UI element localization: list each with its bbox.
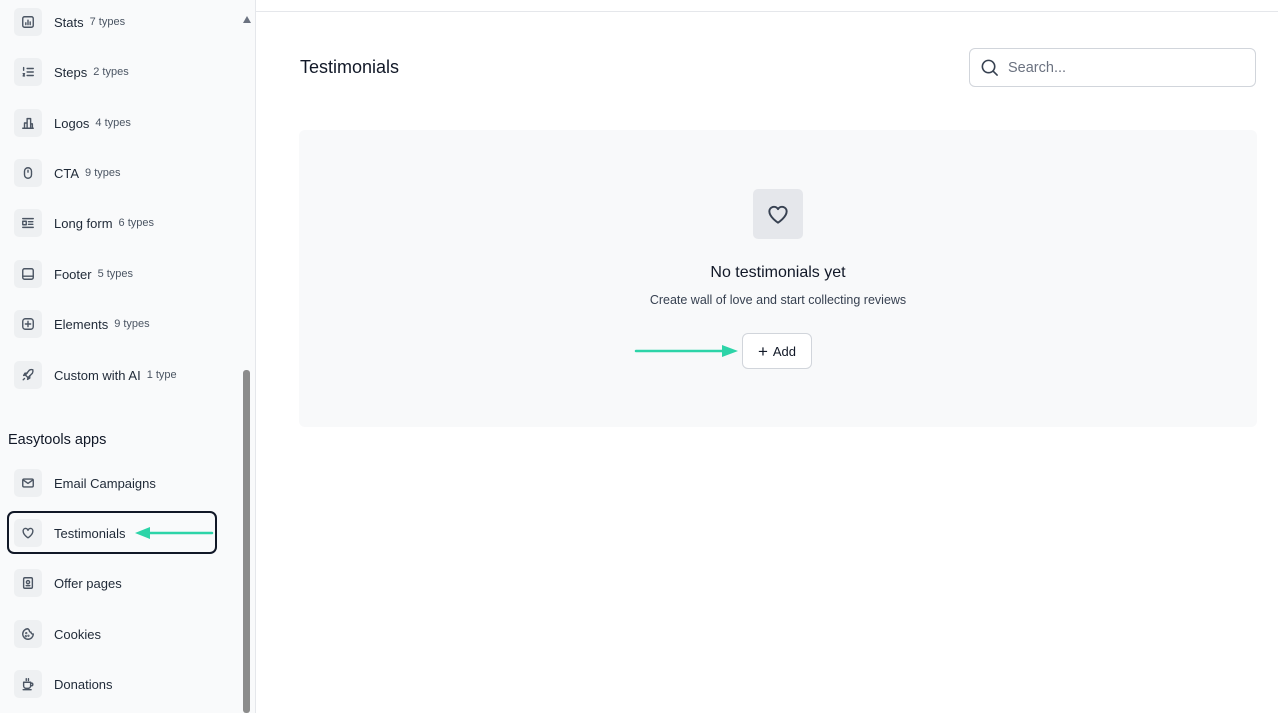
sidebar-item-steps[interactable]: Steps 2 types [14, 57, 129, 87]
sidebar-item-long-form[interactable]: Long form 6 types [14, 208, 154, 238]
sidebar-item-label: Stats [54, 14, 84, 30]
footer-icon [14, 260, 42, 288]
sidebar-item-label: Steps [54, 64, 88, 80]
empty-state-card: No testimonials yet Create wall of love … [299, 130, 1257, 427]
sidebar-item-offer-pages[interactable]: Offer pages [14, 568, 122, 598]
empty-state-title: No testimonials yet [710, 264, 846, 281]
sidebar-item-custom-with-ai[interactable]: Custom with AI 1 type [14, 360, 177, 390]
rocket-icon [14, 361, 42, 389]
sidebar-item-count: 2 types [93, 66, 129, 78]
sidebar-item-stats[interactable]: Stats 7 types [14, 7, 125, 37]
sidebar-item-label: Cookies [54, 626, 101, 642]
sidebar-item-count: 7 types [89, 16, 126, 28]
sidebar-item-label: Offer pages [54, 575, 122, 591]
plus-icon: + [757, 341, 768, 361]
scrollbar-thumb[interactable] [243, 370, 250, 713]
sidebar-item-label: Testimonials [54, 525, 126, 541]
sidebar: Stats 7 types Steps 2 types Logos 4 type… [0, 0, 256, 713]
sidebar-scrollbar[interactable] [240, 12, 253, 713]
coffee-icon [14, 670, 42, 698]
sidebar-item-label: Donations [54, 676, 113, 692]
annotation-arrow-right [634, 345, 738, 357]
sidebar-item-label: CTA [54, 165, 80, 181]
search-box[interactable] [969, 48, 1256, 87]
search-input[interactable] [1006, 58, 1240, 77]
sidebar-item-footer[interactable]: Footer 5 types [14, 259, 133, 289]
sidebar-item-logos[interactable]: Logos 4 types [14, 108, 131, 138]
sidebar-item-count: 6 types [118, 217, 155, 229]
sidebar-item-email-campaigns[interactable]: Email Campaigns [14, 468, 156, 498]
sidebar-item-testimonials[interactable]: Testimonials [14, 518, 126, 548]
sidebar-item-cookies[interactable]: Cookies [14, 619, 101, 649]
sidebar-item-label: Logos [54, 115, 90, 131]
add-button[interactable]: + Add [742, 333, 812, 369]
search-icon [981, 59, 998, 76]
logos-icon [14, 109, 42, 137]
cta-icon [14, 159, 42, 187]
elements-icon [14, 310, 42, 338]
long-form-icon [14, 209, 42, 237]
sidebar-item-label: Elements [54, 316, 109, 332]
sidebar-item-label: Long form [54, 215, 113, 231]
cookie-icon [14, 620, 42, 648]
sidebar-item-label: Custom with AI [54, 367, 141, 383]
empty-state-subtitle: Create wall of love and start collecting… [649, 293, 907, 307]
sidebar-item-cta[interactable]: CTA 9 types [14, 158, 121, 188]
sidebar-item-count: 4 types [95, 117, 131, 129]
empty-state-icon-box [753, 189, 803, 239]
sidebar-item-count: 9 types [85, 167, 121, 179]
sidebar-item-count: 9 types [114, 318, 150, 330]
page-title: Testimonials [300, 57, 400, 77]
scroll-up-arrow-icon[interactable] [243, 16, 251, 23]
sidebar-item-label: Footer [54, 266, 92, 282]
sidebar-item-label: Email Campaigns [54, 475, 156, 491]
annotation-arrow-left [135, 527, 214, 539]
sidebar-item-elements[interactable]: Elements 9 types [14, 309, 150, 339]
heart-icon [14, 519, 42, 547]
sidebar-item-count: 1 type [146, 369, 177, 381]
header-divider [256, 11, 1278, 12]
add-button-label: Add [772, 343, 797, 359]
mail-icon [14, 469, 42, 497]
offer-icon [14, 569, 42, 597]
stats-icon [14, 8, 42, 36]
steps-icon [14, 58, 42, 86]
sidebar-item-count: 5 types [97, 268, 134, 280]
section-title-easytools-apps: Easytools apps [8, 432, 107, 448]
sidebar-item-donations[interactable]: Donations [14, 669, 113, 699]
heart-icon [768, 205, 788, 224]
